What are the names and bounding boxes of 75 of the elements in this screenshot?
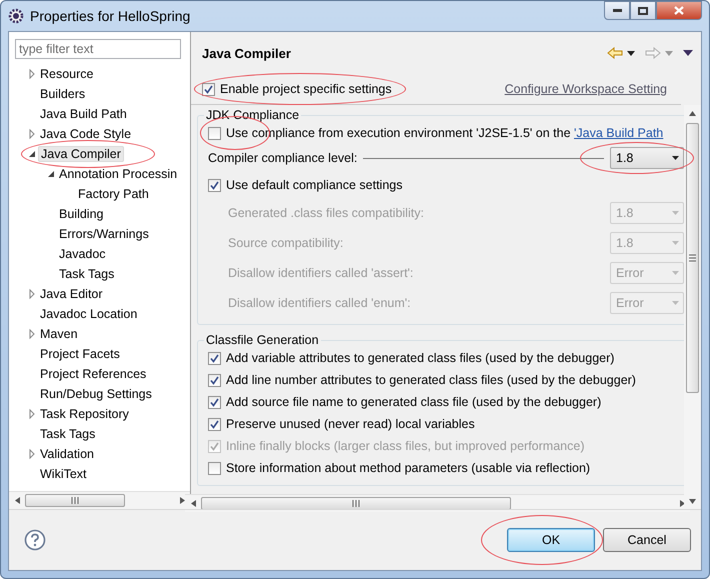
grip-icon [71, 497, 79, 504]
tree-item[interactable]: Builders [38, 86, 88, 102]
checkbox-label: Enable project specific settings [220, 82, 392, 96]
tree-item[interactable]: Javadoc [57, 246, 108, 262]
dropdown-caret-icon[interactable] [627, 50, 635, 56]
group-title: JDK Compliance [205, 108, 300, 122]
tree-item[interactable]: Errors/Warnings [57, 226, 151, 242]
tree-item[interactable]: Run/Debug Settings [38, 386, 154, 402]
filter-field[interactable]: type filter text [15, 39, 181, 59]
scroll-left-icon[interactable] [14, 497, 20, 504]
dialog-button[interactable]: OK [507, 528, 595, 552]
tree-item[interactable]: Project References [38, 366, 148, 382]
tree-item[interactable]: Task Tags [38, 426, 98, 442]
tree-item[interactable]: Java Compiler [38, 146, 124, 162]
tree-item[interactable]: Task Tags [57, 266, 116, 282]
dropdown-caret-icon [672, 240, 679, 246]
field-label: Disallow identifiers called 'assert': [228, 266, 414, 280]
checkbox-label: Add source file name to generated class file (used by the debugger) [226, 395, 602, 409]
checkbox[interactable] [208, 462, 221, 474]
checkbox[interactable] [208, 126, 221, 140]
tree-item[interactable]: Building [57, 206, 106, 222]
horizontal-scrollbar[interactable] [9, 491, 190, 509]
checkbox[interactable] [208, 418, 221, 430]
tree-item[interactable]: Validation [38, 446, 96, 462]
close-icon [674, 6, 684, 15]
configure-link[interactable]: Configure Workspace Setting [504, 82, 667, 96]
grip-icon [352, 500, 360, 507]
checkbox[interactable] [208, 396, 221, 408]
build-path-link[interactable]: 'Java Build Path [574, 126, 664, 140]
checkbox-label: Use default compliance settings [226, 178, 402, 192]
dropdown-caret-icon [672, 270, 679, 276]
dropdown[interactable]: 1.8 [610, 147, 684, 169]
view-menu-icon[interactable] [683, 50, 693, 56]
dropdown-caret-icon [672, 210, 679, 216]
checkbox[interactable] [208, 352, 221, 364]
field-label: Disallow identifiers called 'enum': [228, 296, 411, 310]
tree-item[interactable]: Java Editor [38, 286, 105, 302]
scroll-up-icon[interactable] [689, 110, 696, 116]
scroll-down-icon[interactable] [689, 498, 696, 504]
help-icon[interactable] [24, 529, 46, 551]
checkbox[interactable] [208, 178, 221, 192]
tree-item[interactable]: Task Repository [38, 406, 131, 422]
group-title: Classfile Generation [205, 333, 320, 347]
gear-icon [8, 8, 24, 24]
tree-item[interactable]: Resource [38, 66, 96, 82]
checkbox[interactable] [202, 82, 215, 96]
dropdown-caret-icon [672, 156, 679, 160]
checkbox-label: Preserve unused (never read) local variables [226, 417, 475, 431]
field-label: Compiler compliance level: [208, 151, 358, 165]
tree-item[interactable]: Java Code Style [38, 126, 134, 142]
tree-item[interactable]: Javadoc Location [38, 306, 140, 322]
window-title: Properties for HelloSpring [30, 8, 192, 24]
field-label: Source compatibility: [228, 236, 344, 250]
tree-item[interactable]: Factory Path [76, 186, 151, 202]
grip-icon [689, 254, 696, 262]
field-label: Generated .class files compatibility: [228, 206, 424, 220]
close-button[interactable] [656, 1, 702, 20]
checkbox[interactable] [208, 374, 221, 386]
maximize-button[interactable] [630, 1, 656, 20]
checkbox-label: Inline finally blocks (larger class files, but improved performance) [226, 439, 584, 453]
minimize-icon [612, 9, 622, 12]
checkbox-label: Store information about method parameters (usable via reflection) [226, 461, 590, 475]
tree-item[interactable]: Project Facets [38, 346, 122, 362]
checkbox-label: Add line number attributes to generated class files (used by the debugger) [226, 373, 636, 387]
tree-item[interactable]: WikiText [38, 466, 89, 482]
page-title: Java Compiler [202, 46, 292, 60]
tree-item[interactable]: Java Build Path [38, 106, 129, 122]
maximize-icon [638, 6, 648, 14]
dialog-button[interactable]: Cancel [603, 528, 691, 552]
minimize-button[interactable] [604, 1, 630, 20]
tree-item[interactable]: Annotation Processin [57, 166, 180, 182]
vertical-scrollbar[interactable] [684, 105, 701, 509]
dropdown-caret-icon [672, 300, 679, 306]
tree-item[interactable]: Maven [38, 326, 80, 342]
checkbox-label: Add variable attributes to generated class files (used by the debugger) [226, 351, 614, 365]
